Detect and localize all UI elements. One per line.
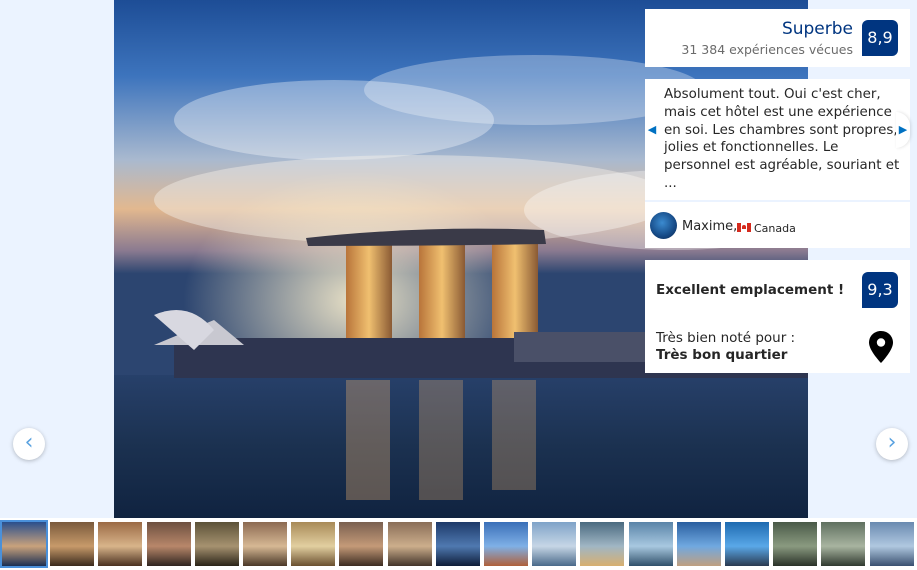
reviewer-name: Maxime, [682, 219, 738, 234]
thumb-11[interactable] [484, 522, 528, 566]
rating-label: Superbe [781, 19, 853, 39]
map-pin-icon [869, 331, 893, 363]
rating-card: Superbe 31 384 expériences vécues 8,9 [645, 9, 910, 67]
rating-score-badge: 8,9 [862, 20, 898, 56]
hotel-main-photo[interactable] [114, 0, 808, 518]
thumb-10[interactable] [436, 522, 480, 566]
thumb-7[interactable] [291, 522, 335, 566]
location-title: Excellent emplacement ! [656, 282, 845, 298]
thumb-5[interactable] [195, 522, 239, 566]
review-prev-button[interactable]: ◀ [645, 112, 659, 148]
thumbnail-strip [0, 518, 917, 570]
review-divider [645, 200, 910, 202]
thumb-2[interactable] [50, 522, 94, 566]
location-subtitle: Très bien noté pour : [656, 330, 796, 346]
location-feature: Très bon quartier [656, 347, 788, 363]
thumb-6[interactable] [243, 522, 287, 566]
thumb-15[interactable] [677, 522, 721, 566]
canada-flag-icon [737, 223, 751, 232]
thumb-18[interactable] [821, 522, 865, 566]
thumb-13[interactable] [580, 522, 624, 566]
thumb-14[interactable] [629, 522, 673, 566]
avatar [650, 212, 677, 239]
thumb-9[interactable] [388, 522, 432, 566]
thumb-19[interactable] [870, 522, 914, 566]
location-score-badge: 9,3 [862, 272, 898, 308]
thumb-3[interactable] [98, 522, 142, 566]
review-card: ◀ Absolument tout. Oui c'est cher, mais … [645, 79, 910, 248]
review-text: Absolument tout. Oui c'est cher, mais ce… [664, 87, 900, 191]
gallery-prev-button[interactable]: ‹ [13, 428, 45, 460]
thumb-1[interactable] [0, 520, 48, 568]
thumb-17[interactable] [773, 522, 817, 566]
thumb-8[interactable] [339, 522, 383, 566]
hotel-photo-illustration [114, 0, 808, 518]
reviewer-country: Canada [754, 222, 796, 235]
thumb-4[interactable] [147, 522, 191, 566]
review-next-button[interactable]: ▶ [896, 112, 910, 148]
location-card: Excellent emplacement ! 9,3 Très bien no… [645, 260, 910, 373]
gallery-next-button[interactable]: › [876, 428, 908, 460]
thumb-12[interactable] [532, 522, 576, 566]
review-count[interactable]: 31 384 expériences vécues [681, 42, 853, 57]
thumb-16[interactable] [725, 522, 769, 566]
